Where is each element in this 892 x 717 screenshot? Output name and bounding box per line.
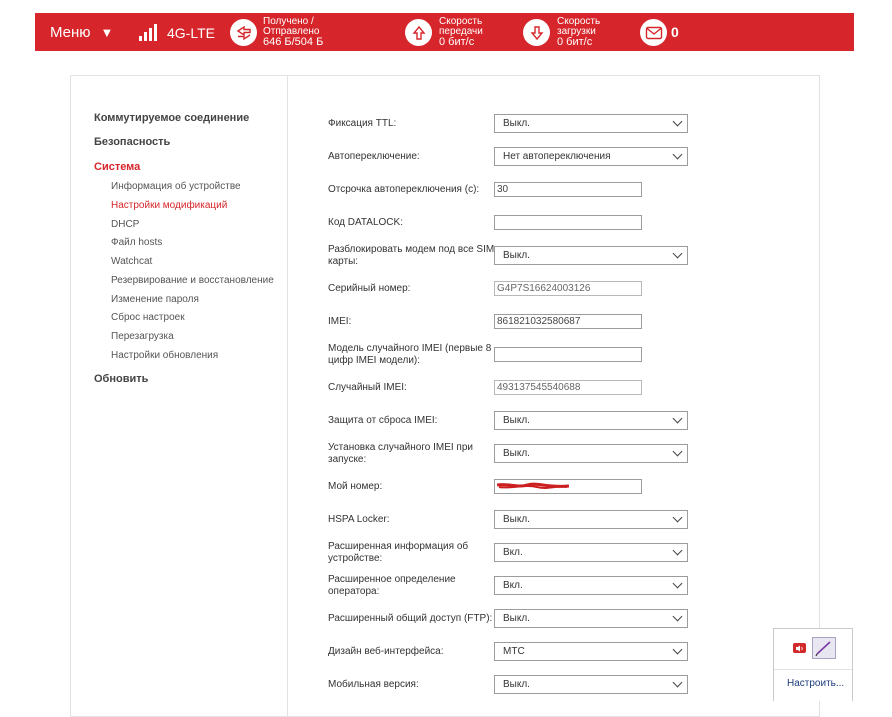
sidebar-item-update-settings[interactable]: Настройки обновления bbox=[111, 350, 218, 361]
sidebar: Коммутируемое соединение Безопасность Си… bbox=[71, 76, 288, 716]
sidebar-item-device-info[interactable]: Информация об устройстве bbox=[111, 181, 241, 192]
chevron-down-icon bbox=[672, 578, 683, 589]
datalock-input[interactable] bbox=[494, 215, 642, 230]
mobile-version-label: Мобильная версия: bbox=[328, 679, 419, 690]
pen-icon[interactable] bbox=[812, 637, 836, 659]
sidebar-item-factory-reset[interactable]: Сброс настроек bbox=[111, 312, 185, 323]
ttl-label: Фиксация TTL: bbox=[328, 118, 397, 129]
ftp-access-value: Выкл. bbox=[503, 613, 530, 624]
chevron-down-icon bbox=[672, 446, 683, 457]
imei-protection-select[interactable]: Выкл. bbox=[494, 411, 688, 430]
my-number-label: Мой номер: bbox=[328, 481, 383, 492]
network-type: 4G-LTE bbox=[167, 25, 215, 41]
web-design-select[interactable]: МТС bbox=[494, 642, 688, 661]
serial-label: Серийный номер: bbox=[328, 283, 411, 294]
divider bbox=[774, 669, 852, 670]
sim-unlock-value: Выкл. bbox=[503, 250, 530, 261]
extended-info-label: Расширенная информация об устройстве: bbox=[328, 541, 469, 564]
sidebar-item-dhcp[interactable]: DHCP bbox=[111, 219, 139, 230]
hspa-locker-value: Выкл. bbox=[503, 514, 530, 525]
web-design-label: Дизайн веб-интерфейса: bbox=[328, 646, 444, 657]
top-status-bar: Меню ▼ 4G-LTE Получено / Отправлено 646 … bbox=[35, 13, 854, 51]
hspa-locker-label: HSPA Locker: bbox=[328, 514, 390, 525]
traffic-stat: Получено / Отправлено 646 Б/504 Б bbox=[263, 17, 323, 48]
my-number-input[interactable] bbox=[494, 479, 642, 494]
sidebar-item-change-password[interactable]: Изменение пароля bbox=[111, 294, 199, 305]
chevron-down-icon bbox=[672, 677, 683, 688]
random-imei-startup-value: Выкл. bbox=[503, 448, 530, 459]
sidebar-item-reboot[interactable]: Перезагрузка bbox=[111, 331, 174, 342]
messages-count: 0 bbox=[671, 24, 679, 40]
extended-info-select[interactable]: Вкл. bbox=[494, 543, 688, 562]
random-imei-model-input[interactable] bbox=[494, 347, 642, 362]
ttl-select[interactable]: Выкл. bbox=[494, 114, 688, 133]
random-imei-input[interactable]: 493137545540688 bbox=[494, 380, 642, 395]
hspa-locker-select[interactable]: Выкл. bbox=[494, 510, 688, 529]
upload-speed-stat: Скорость передачи 0 бит/с bbox=[439, 17, 483, 48]
menu-button[interactable]: Меню ▼ bbox=[50, 24, 113, 41]
signal-strength-icon bbox=[139, 23, 161, 41]
sidebar-item-dialup[interactable]: Коммутируемое соединение bbox=[94, 112, 249, 124]
sim-unlock-label: Разблокировать модем под все SIM-карты: bbox=[328, 244, 498, 267]
ftp-access-select[interactable]: Выкл. bbox=[494, 609, 688, 628]
chevron-down-icon bbox=[672, 413, 683, 424]
imei-label: IMEI: bbox=[328, 316, 352, 327]
redaction-scribble bbox=[497, 482, 569, 489]
download-speed-stat: Скорость загрузки 0 бит/с bbox=[557, 17, 600, 48]
envelope-icon[interactable] bbox=[640, 19, 667, 46]
traffic-value: 646 Б/504 Б bbox=[263, 36, 324, 48]
chevron-down-icon bbox=[672, 512, 683, 523]
auto-switch-delay-label: Отсрочка автопереключения (с): bbox=[328, 184, 480, 195]
sidebar-item-mod-settings[interactable]: Настройки модификаций bbox=[111, 200, 227, 211]
random-imei-startup-select[interactable]: Выкл. bbox=[494, 444, 688, 463]
chevron-down-icon bbox=[672, 116, 683, 127]
speaker-icon[interactable] bbox=[793, 643, 806, 653]
customize-link[interactable]: Настроить... bbox=[787, 678, 844, 689]
extended-operator-label: Расширенное определение оператора: bbox=[328, 574, 456, 597]
extended-info-value: Вкл. bbox=[503, 547, 523, 558]
auto-switch-delay-input[interactable]: 30 bbox=[494, 182, 642, 197]
mobile-version-value: Выкл. bbox=[503, 679, 530, 690]
random-imei-label: Случайный IMEI: bbox=[328, 382, 407, 393]
sidebar-item-system[interactable]: Система bbox=[94, 161, 140, 173]
caret-down-icon: ▼ bbox=[100, 25, 114, 40]
sidebar-item-update[interactable]: Обновить bbox=[94, 373, 148, 385]
sidebar-item-hosts-file[interactable]: Файл hosts bbox=[111, 237, 162, 248]
imei-protection-label: Защита от сброса IMEI: bbox=[328, 415, 438, 426]
chevron-down-icon bbox=[672, 611, 683, 622]
ftp-access-label: Расширенный общий доступ (FTP): bbox=[328, 613, 493, 624]
auto-switch-label: Автопереключение: bbox=[328, 151, 420, 162]
mobile-version-select[interactable]: Выкл. bbox=[494, 675, 688, 694]
chevron-down-icon bbox=[672, 149, 683, 160]
extended-operator-select[interactable]: Вкл. bbox=[494, 576, 688, 595]
ttl-value: Выкл. bbox=[503, 118, 530, 129]
chevron-down-icon bbox=[672, 248, 683, 259]
chevron-down-icon bbox=[672, 644, 683, 655]
random-imei-model-label: Модель случайного IMEI (первые 8 цифр IM… bbox=[328, 343, 492, 366]
imei-protection-value: Выкл. bbox=[503, 415, 530, 426]
extended-operator-value: Вкл. bbox=[503, 580, 523, 591]
tray-popup: Настроить... bbox=[773, 628, 853, 701]
menu-label: Меню bbox=[50, 24, 91, 41]
web-design-value: МТС bbox=[503, 646, 525, 657]
download-value: 0 бит/с bbox=[557, 36, 593, 48]
auto-switch-value: Нет автопереключения bbox=[503, 151, 611, 162]
imei-input[interactable]: 861821032580687 bbox=[494, 314, 642, 329]
traffic-exchange-icon bbox=[230, 19, 257, 46]
sidebar-item-watchcat[interactable]: Watchcat bbox=[111, 256, 152, 267]
chevron-down-icon bbox=[672, 545, 683, 556]
random-imei-startup-label: Установка случайного IMEI при запуске: bbox=[328, 442, 473, 465]
upload-value: 0 бит/с bbox=[439, 36, 475, 48]
datalock-label: Код DATALOCK: bbox=[328, 217, 403, 228]
auto-switch-select[interactable]: Нет автопереключения bbox=[494, 147, 688, 166]
serial-input[interactable]: G4P7S16624003126 bbox=[494, 281, 642, 296]
download-arrow-icon bbox=[523, 19, 550, 46]
settings-panel: Коммутируемое соединение Безопасность Си… bbox=[70, 75, 820, 717]
sidebar-item-security[interactable]: Безопасность bbox=[94, 136, 170, 148]
upload-arrow-icon bbox=[405, 19, 432, 46]
sidebar-item-backup-restore[interactable]: Резервирование и восстановление bbox=[111, 275, 274, 286]
sim-unlock-select[interactable]: Выкл. bbox=[494, 246, 688, 265]
